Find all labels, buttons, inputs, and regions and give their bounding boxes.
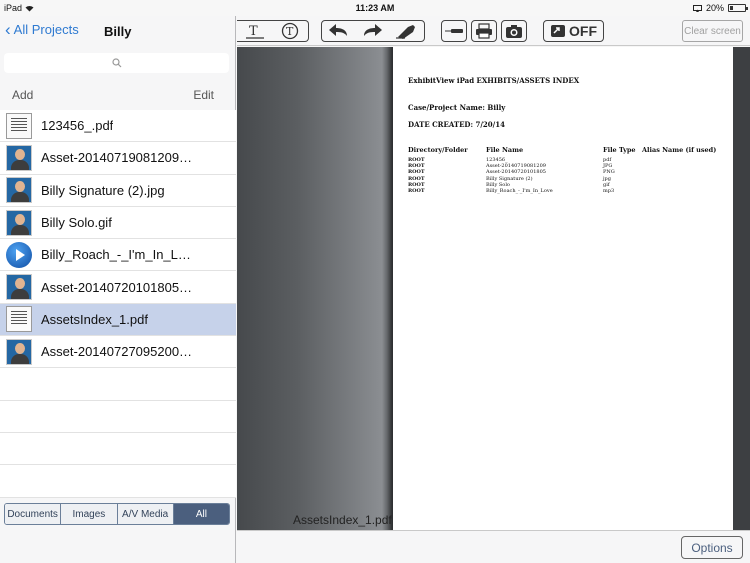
svg-text:T: T: [286, 25, 294, 38]
add-button[interactable]: Add: [12, 88, 33, 102]
empty-list-row: [0, 432, 236, 466]
filter-segmented-control: Documents Images A/V Media All: [4, 503, 230, 525]
presentation-toggle[interactable]: OFF: [543, 20, 604, 42]
filter-tab-all[interactable]: All: [173, 504, 229, 524]
pen-icon: [445, 29, 463, 33]
file-list-item[interactable]: Billy Solo.gif: [0, 207, 236, 240]
clear-screen-button[interactable]: Clear screen: [682, 20, 743, 42]
file-name: 123456_.pdf: [41, 118, 114, 134]
file-name: Billy Signature (2).jpg: [41, 182, 165, 198]
file-list-item[interactable]: Asset-20140727095200…: [0, 336, 236, 369]
image-thumbnail-icon: [6, 177, 32, 204]
table-row: ROOT Billy_Roach_-_I'm_In_Love mp3: [408, 188, 716, 194]
image-thumbnail-icon: [6, 338, 32, 365]
search-icon: [111, 58, 121, 68]
text-tools-group: T T: [237, 20, 309, 42]
file-name: AssetsIndex_1.pdf: [41, 311, 148, 327]
date-created-line: DATE CREATED: 7/20/14: [408, 120, 505, 129]
document-viewer[interactable]: ExhibitView iPad EXHIBITS/ASSETS INDEX C…: [237, 47, 750, 530]
image-thumbnail-icon: [6, 144, 32, 171]
file-list-item[interactable]: Asset-20140719081209…: [0, 142, 236, 175]
column-header: Alias Name (if used): [642, 146, 717, 154]
annotation-toolbar: T T OFF Clear screen: [237, 16, 750, 46]
document-heading: ExhibitView iPad EXHIBITS/ASSETS INDEX: [408, 76, 580, 85]
text-circle-tool-icon[interactable]: T: [279, 22, 301, 40]
filter-tab-documents[interactable]: Documents: [5, 504, 62, 524]
table-cell: mp3: [603, 188, 615, 195]
file-name: Asset-20140720101805…: [41, 279, 193, 295]
file-name: Billy Solo.gif: [41, 215, 112, 231]
image-thumbnail-icon: [6, 274, 32, 301]
search-field[interactable]: [4, 53, 229, 73]
eraser-icon[interactable]: [394, 23, 418, 39]
column-header: File Type: [603, 146, 636, 154]
svg-text:T: T: [249, 24, 258, 39]
text-tool-icon[interactable]: T: [244, 23, 266, 39]
battery-icon: [728, 4, 748, 12]
chevron-left-icon: ‹: [5, 19, 11, 39]
screen-mirror-icon: [692, 4, 702, 12]
status-bar: iPad 11:23 AM 20%: [0, 0, 750, 16]
presentation-toggle-icon: [551, 25, 565, 37]
toggle-label: OFF: [569, 23, 597, 39]
back-button[interactable]: ‹ All Projects: [5, 19, 79, 39]
print-button[interactable]: [471, 20, 497, 42]
edit-button[interactable]: Edit: [193, 88, 214, 102]
battery-percent: 20%: [705, 3, 724, 13]
document-page: ExhibitView iPad EXHIBITS/ASSETS INDEX C…: [393, 47, 733, 530]
camera-button[interactable]: [501, 20, 527, 42]
undo-icon[interactable]: [328, 23, 350, 39]
redo-icon[interactable]: [361, 23, 383, 39]
case-name-line: Case/Project Name: Billy: [408, 103, 506, 112]
edit-tools-group: [321, 20, 425, 42]
column-header: Directory/Folder: [408, 146, 468, 154]
status-right: 20%: [692, 3, 748, 13]
print-icon: [476, 23, 492, 39]
camera-icon: [506, 24, 522, 38]
table-cell: Billy_Roach_-_I'm_In_Love: [486, 188, 553, 195]
table-header-row: Directory/Folder File Name File Type Ali…: [408, 146, 716, 157]
project-title: Billy: [104, 24, 132, 39]
file-browser-pane: ‹ All Projects Billy Add Edit 123456_.pd…: [0, 16, 236, 563]
empty-list-row: [0, 400, 236, 433]
filter-tab-a-v-media[interactable]: A/V Media: [117, 504, 174, 524]
file-list-item[interactable]: Asset-20140720101805…: [0, 271, 236, 304]
viewer-edge: [733, 47, 750, 530]
pen-button[interactable]: [441, 20, 467, 42]
file-list-item[interactable]: Billy Signature (2).jpg: [0, 175, 236, 207]
status-time: 11:23 AM: [355, 3, 395, 13]
image-thumbnail-icon: [6, 209, 32, 236]
options-button[interactable]: Options: [681, 536, 743, 559]
empty-list-row: [0, 368, 236, 401]
back-button-label: All Projects: [13, 22, 79, 37]
file-name: Asset-20140727095200…: [41, 344, 193, 360]
table-cell: ROOT: [408, 188, 425, 195]
bottom-toolbar: Options: [237, 530, 750, 563]
media-play-icon: [6, 241, 32, 268]
file-list: 123456_.pdf Asset-20140719081209… Billy Si…: [0, 110, 236, 498]
list-toolbar: Add Edit: [0, 86, 236, 108]
file-name: Billy_Roach_-_I'm_In_L…: [41, 247, 191, 263]
file-name: Asset-20140719081209…: [41, 150, 193, 166]
table-cell: [642, 188, 716, 194]
empty-list-row: [0, 465, 236, 498]
document-filename: AssetsIndex_1.pdf: [293, 513, 392, 527]
file-list-item[interactable]: Billy_Roach_-_I'm_In_L…: [0, 239, 236, 272]
nav-bar: ‹ All Projects Billy: [0, 16, 235, 46]
filter-tab-images[interactable]: Images: [61, 504, 118, 524]
column-header: File Name: [486, 146, 524, 154]
file-list-item[interactable]: AssetsIndex_1.pdf: [0, 303, 236, 337]
document-icon: [6, 112, 32, 139]
document-icon: [6, 306, 32, 333]
file-list-item[interactable]: 123456_.pdf: [0, 110, 236, 143]
assets-index-table: Directory/Folder File Name File Type Ali…: [408, 146, 716, 194]
